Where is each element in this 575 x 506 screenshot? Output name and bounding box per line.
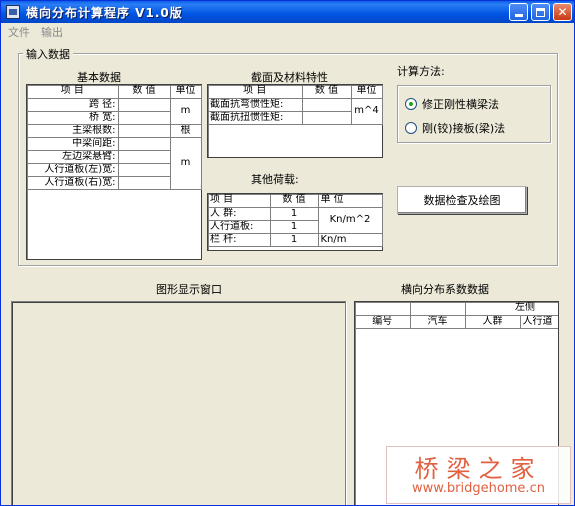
header-value: 数 值 [118,85,171,99]
coef-header-row: 编号 汽车 人群 人行道 [355,315,558,329]
unit-m-cell: m [170,98,202,125]
header-number: 编号 [355,315,411,329]
header-item: 项 目 [208,85,303,99]
app-icon[interactable] [6,5,20,19]
method-option-hinged[interactable]: 刚(铰)接板(梁)法 [405,120,505,136]
torsion-inertia-value-cell[interactable] [302,111,352,125]
spacing-value-cell[interactable] [118,137,171,151]
method-option-rigid-label: 修正刚性横梁法 [422,98,499,111]
minimize-button[interactable] [509,3,528,21]
close-icon: ✕ [557,5,568,19]
header-value: 数 值 [302,85,352,99]
table-row: 中梁间距: m [27,137,202,190]
main-window: 横向分布计算程序 V1.0版 ✕ 文件 输出 输入数据 基本数据 项 目 数 值… [0,0,575,506]
row-cantilever-label: 左边梁悬臂: [27,150,119,164]
watermark-url-text: www.bridgehome.cn [412,481,545,496]
check-and-plot-button[interactable]: 数据检查及绘图 [397,186,527,214]
section-props-grid[interactable]: 项 目 数 值 单位 截面抗弯惯性矩: m^4 截面抗扭惯性矩: [207,84,383,158]
menu-output[interactable]: 输出 [37,24,67,40]
group-header-empty [410,302,466,316]
railing-value-cell[interactable]: 1 [270,233,319,247]
row-width-label: 桥 宽: [27,111,119,125]
section-props-title: 截面及材料特性 [251,71,328,84]
unit-gen-cell: 根 [170,124,202,138]
basic-header-row: 项 目 数 值 单位 [27,85,202,99]
other-loads-title: 其他荷载: [251,173,299,186]
menu-file[interactable]: 文件 [4,24,34,40]
cantilever-value-cell[interactable] [118,150,171,164]
other-loads-grid[interactable]: 项 目 数 值 单 位 人 群: 1 Kn/m^2 人行道板: 1 栏 杆: 1… [207,193,383,251]
other-header-row: 项 目 数 值 单 位 [208,194,383,208]
header-vehicle: 汽车 [410,315,466,329]
maximize-button[interactable] [531,3,550,21]
table-row: 截面抗弯惯性矩: m^4 [208,98,383,125]
table-row: 栏 杆: 1 Kn/m [208,233,383,247]
row-sidewalk-left-label: 人行道板(左)宽: [27,163,119,177]
unit-knm2-cell: Kn/m^2 [318,207,383,234]
header-unit: 单 位 [318,194,383,208]
sidewalk-right-value-cell[interactable] [118,176,171,190]
unit-knm-cell: Kn/m [318,233,383,247]
row-girder-count-label: 主梁根数: [27,124,119,138]
crowd-label: 人 群: [208,207,271,221]
close-button[interactable]: ✕ [553,3,572,21]
watermark-main-text: 桥梁之家 [414,455,543,483]
radio-unselected-icon[interactable] [405,122,417,134]
crowd-value-cell[interactable]: 1 [270,207,319,221]
sidewalk-slab-label: 人行道板: [208,220,271,234]
header-item: 项 目 [27,85,119,99]
header-value: 数 值 [270,194,319,208]
coef-data-title: 横向分布系数数据 [401,283,489,296]
header-sidewalk: 人行道 [520,315,558,329]
unit-m4-cell: m^4 [351,98,383,125]
table-row: 主梁根数: 根 [27,124,202,138]
unit-m-cell-2: m [170,137,202,190]
sidewalk-slab-value-cell[interactable]: 1 [270,220,319,234]
group-header-empty [355,302,411,316]
watermark-logo: 桥梁之家 www.bridgehome.cn [386,446,571,504]
span-value-cell[interactable] [118,98,171,112]
table-row: 人 群: 1 Kn/m^2 [208,207,383,234]
basic-data-grid[interactable]: 项 目 数 值 单位 跨 径: m 桥 宽: 主梁根数: 根 中梁间距: m 左… [26,84,202,260]
radio-selected-icon[interactable] [405,98,417,110]
graphics-window-title: 图形显示窗口 [156,283,222,296]
row-sidewalk-right-label: 人行道板(右)宽: [27,176,119,190]
header-unit: 单位 [351,85,383,99]
width-value-cell[interactable] [118,111,171,125]
method-title: 计算方法: [397,65,445,78]
bending-inertia-label: 截面抗弯惯性矩: [208,98,303,112]
header-unit: 单位 [170,85,202,99]
menu-bar: 文件 输出 [1,23,574,41]
sidewalk-left-value-cell[interactable] [118,163,171,177]
header-crowd: 人群 [465,315,521,329]
window-title: 横向分布计算程序 V1.0版 [26,5,183,20]
row-spacing-label: 中梁间距: [27,137,119,151]
title-bar[interactable]: 横向分布计算程序 V1.0版 ✕ [1,1,574,23]
bending-inertia-value-cell[interactable] [302,98,352,112]
method-option-rigid[interactable]: 修正刚性横梁法 [405,96,499,112]
coef-group-header-row: 左侧 [355,302,558,316]
railing-label: 栏 杆: [208,233,271,247]
input-data-legend: 输入数据 [23,46,73,62]
method-option-hinged-label: 刚(铰)接板(梁)法 [422,122,506,135]
girder-count-value-cell[interactable] [118,124,171,138]
header-item: 项 目 [208,194,271,208]
basic-data-title: 基本数据 [77,71,121,84]
row-span-label: 跨 径: [27,98,119,112]
torsion-inertia-label: 截面抗扭惯性矩: [208,111,303,125]
maximize-icon [536,7,545,17]
minimize-icon [514,14,523,17]
section-header-row: 项 目 数 值 单位 [208,85,383,99]
table-row: 跨 径: m [27,98,202,125]
graphics-display-panel[interactable] [11,301,346,505]
group-header-left: 左侧 [465,302,558,316]
